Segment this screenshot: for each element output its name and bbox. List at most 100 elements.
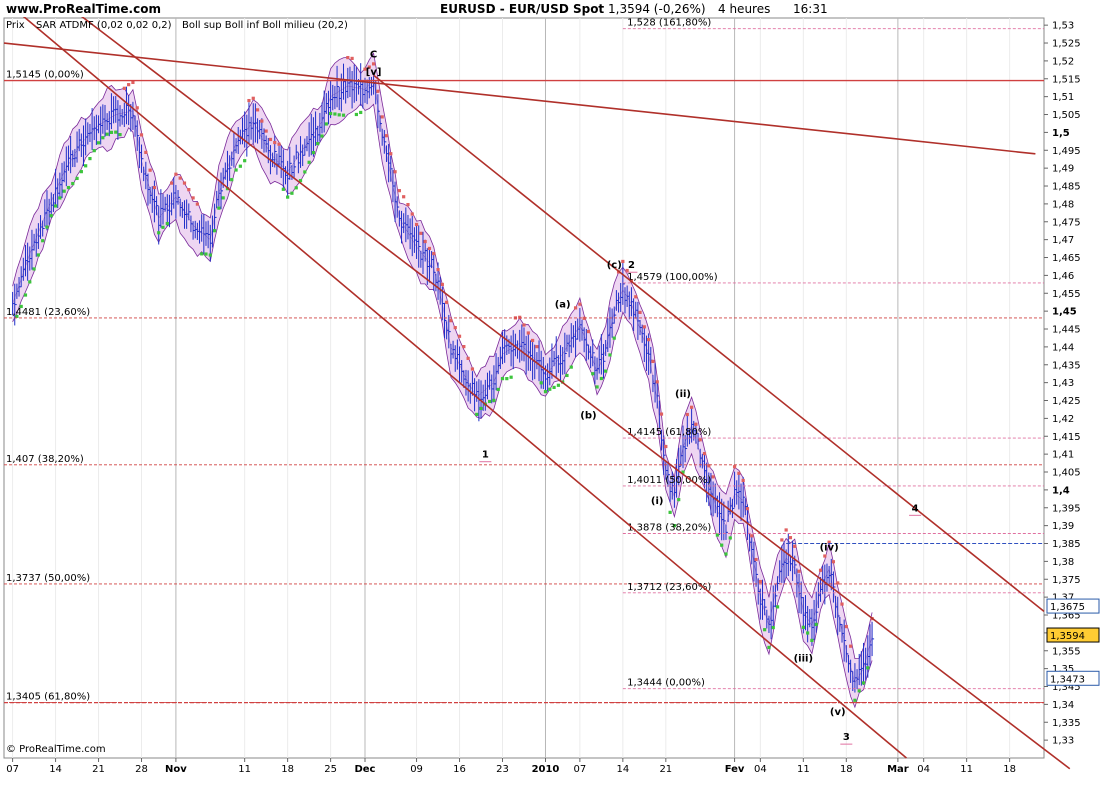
x-tick-label: 11 <box>238 764 251 775</box>
sar-dot <box>664 444 668 449</box>
sar-dot <box>604 369 608 373</box>
y-tick-label: 1,335 <box>1052 718 1081 729</box>
sar-dot <box>268 137 273 142</box>
sar-dot <box>402 195 406 199</box>
sar-dot <box>286 195 290 199</box>
fib-label: 1,3737 (50,00%) <box>6 573 90 584</box>
timeframe: 4 heures <box>718 2 770 16</box>
sar-dot <box>732 465 737 469</box>
sar-dot <box>165 221 169 226</box>
sar-dot <box>797 569 801 573</box>
y-tick-label: 1,425 <box>1052 396 1081 407</box>
x-tick-label: 11 <box>960 764 973 775</box>
y-tick-label: 1,455 <box>1052 289 1081 300</box>
wave-label: (iii) <box>794 653 813 664</box>
sar-dot <box>522 323 526 327</box>
sar-dot <box>427 246 432 251</box>
y-tick-label: 1,42 <box>1052 414 1074 425</box>
sar-dot <box>131 80 135 85</box>
wave-label: 3 <box>843 732 850 743</box>
price-badge-label: 1,3473 <box>1050 674 1085 685</box>
y-tick-label: 1,45 <box>1052 307 1077 318</box>
y-tick-label: 1,495 <box>1052 146 1081 157</box>
sar-dot <box>32 267 36 271</box>
sar-dot <box>788 536 793 540</box>
sar-dot <box>230 178 234 182</box>
sar-dot <box>109 130 114 134</box>
y-tick-label: 1,445 <box>1052 325 1081 336</box>
sar-dot <box>41 239 45 243</box>
sar-dot <box>432 252 436 256</box>
sar-dot <box>539 381 543 385</box>
sar-dot <box>745 507 750 511</box>
x-tick-label: 04 <box>917 764 930 775</box>
sar-dot <box>49 214 53 218</box>
x-tick-label: 14 <box>49 764 62 775</box>
sar-dot <box>642 325 646 329</box>
sar-dot <box>152 185 157 190</box>
sar-dot <box>595 385 599 389</box>
y-tick-label: 1,505 <box>1052 110 1081 121</box>
sar-dot <box>861 681 866 685</box>
sar-dot <box>333 112 337 116</box>
x-tick-label: 23 <box>496 764 509 775</box>
sar-dot <box>135 106 139 110</box>
sar-dot <box>337 113 341 117</box>
sar-dot <box>346 55 350 60</box>
sar-dot <box>505 377 509 381</box>
wave-label: (ii) <box>675 389 691 400</box>
fib-label-right: 1,3444 (0,00%) <box>627 678 705 689</box>
y-tick-label: 1,33 <box>1052 736 1074 747</box>
sar-dot <box>354 112 358 117</box>
sar-dot <box>350 56 354 61</box>
sar-dot <box>208 253 212 257</box>
sar-dot <box>694 422 698 426</box>
sar-dot <box>586 329 591 334</box>
sar-dot <box>767 645 771 650</box>
y-tick-label: 1,51 <box>1052 92 1074 103</box>
sar-dot <box>793 544 797 548</box>
x-tick-label: 04 <box>754 764 767 775</box>
wave-label: 1 <box>482 450 489 461</box>
y-tick-label: 1,34 <box>1052 700 1074 711</box>
sar-dot <box>36 253 40 257</box>
x-tick-label: 18 <box>1003 764 1016 775</box>
sar-dot <box>329 111 333 116</box>
wave-label: (v) <box>830 707 846 718</box>
sar-dot <box>389 152 393 156</box>
x-tick-label: 18 <box>281 764 294 775</box>
sar-dot <box>273 140 277 145</box>
sar-dot <box>651 359 655 364</box>
sar-dot <box>518 315 522 319</box>
sar-dot <box>320 134 324 138</box>
sar-dot <box>144 150 148 154</box>
sar-dot <box>758 579 762 584</box>
sar-dot <box>711 475 715 479</box>
price-chart[interactable]: 1,53 1,525 1,52 1,515 1,51 1,505 1,5 1,495 1,49 1… <box>0 0 1100 800</box>
sar-dot <box>530 338 535 343</box>
sar-dot <box>92 149 96 153</box>
sar-dot <box>212 229 217 233</box>
sar-dot <box>234 168 238 172</box>
sar-dot <box>174 172 178 176</box>
y-tick-label: 1,49 <box>1052 164 1074 175</box>
sar-dot <box>853 698 857 702</box>
wave-label: 4 <box>912 503 919 514</box>
sar-dot <box>127 83 131 87</box>
sar-dot <box>659 412 664 416</box>
sar-dot <box>677 498 681 502</box>
sar-dot <box>96 141 101 145</box>
x-tick-label: Dec <box>354 764 375 775</box>
sar-dot <box>303 170 307 174</box>
sar-dot <box>62 189 66 193</box>
sar-dot <box>311 150 316 155</box>
sar-dot <box>397 189 401 193</box>
x-tick-label: Mar <box>887 764 909 775</box>
sar-dot <box>750 534 754 538</box>
wave-label: (iv) <box>820 543 839 554</box>
y-tick-label: 1,46 <box>1052 271 1074 282</box>
x-tick-label: 11 <box>797 764 810 775</box>
sar-dot <box>101 136 105 140</box>
y-tick-label: 1,515 <box>1052 74 1081 85</box>
sar-dot <box>204 252 208 256</box>
